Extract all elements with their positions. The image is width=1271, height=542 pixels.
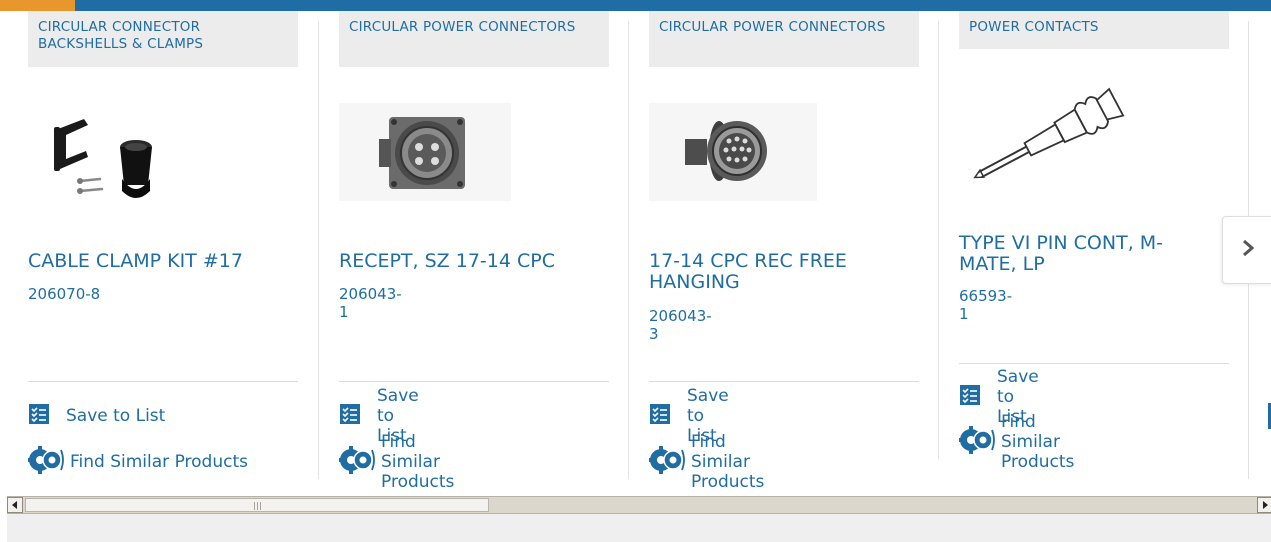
top-accent-bar (0, 0, 1271, 11)
product-category[interactable]: CIRCULAR POWER CONNECTORS (339, 11, 609, 67)
product-card: POWER CONTACTS TYPE VI PIN CONT, M-MATE,… (938, 11, 1238, 489)
product-card: CIRCULAR POWER CONNECTORS 17-14 CPC REC … (628, 11, 928, 489)
checklist-icon (649, 403, 671, 430)
top-accent-orange (0, 0, 75, 11)
find-similar-products-button[interactable]: Find Similar Products (959, 412, 1074, 472)
scrollbar-grip (254, 502, 261, 510)
checklist-icon (959, 384, 981, 411)
product-category[interactable]: CIRCULAR POWER CONNECTORS (649, 11, 919, 67)
save-to-list-button[interactable]: Save to List (339, 386, 419, 446)
find-similar-products-button[interactable]: Find Similar Products (339, 432, 454, 489)
chevron-right-icon (1241, 239, 1255, 261)
product-category[interactable]: POWER CONTACTS (959, 11, 1229, 49)
checklist-icon (28, 403, 50, 430)
product-category[interactable]: CIRCULAR CONNECTOR BACKSHELLS & CLAMPS (28, 11, 298, 67)
find-similar-products-button[interactable]: Find Similar Products (649, 432, 764, 489)
gear-search-icon (339, 445, 377, 479)
receptacle-connector-image[interactable] (339, 103, 511, 201)
gear-search-icon (28, 445, 66, 479)
scroll-right-arrow-icon[interactable] (1257, 497, 1271, 513)
card-divider (339, 381, 609, 382)
cable-clamp-kit-image[interactable] (36, 99, 236, 219)
product-title[interactable]: TYPE VI PIN CONT, M-MATE, LP (959, 233, 1199, 275)
pin-contact-image[interactable] (959, 85, 1129, 185)
save-to-list-button[interactable]: Save to List (649, 386, 729, 446)
save-to-list-label: Save to List (66, 406, 166, 426)
card-divider (28, 381, 298, 382)
bottom-panel (7, 514, 1271, 542)
scrollbar-thumb[interactable] (25, 498, 489, 512)
save-to-list-button[interactable]: Save to List (28, 403, 165, 429)
gear-search-icon (649, 445, 687, 479)
find-similar-label: Find Similar Products (70, 452, 248, 472)
carousel-next-button[interactable] (1222, 216, 1271, 284)
product-title[interactable]: CABLE CLAMP KIT #17 (28, 251, 288, 272)
find-similar-products-button[interactable]: Find Similar Products (28, 445, 248, 475)
part-number[interactable]: 206070-8 (28, 285, 100, 303)
scroll-left-arrow-icon[interactable] (7, 497, 23, 513)
product-title[interactable]: RECEPT, SZ 17-14 CPC (339, 251, 599, 272)
product-carousel: CIRCULAR CONNECTOR BACKSHELLS & CLAMPS C… (0, 11, 1271, 489)
free-hanging-connector-image[interactable] (649, 103, 817, 201)
part-number[interactable]: 206043-3 (649, 307, 712, 343)
product-title[interactable]: 17-14 CPC REC FREE HANGING (649, 251, 889, 293)
card-separator (628, 21, 629, 479)
card-divider (959, 363, 1229, 364)
part-number[interactable]: 206043-1 (339, 285, 402, 321)
find-similar-label: Find Similar Products (691, 432, 765, 489)
horizontal-scrollbar[interactable] (7, 496, 1271, 514)
product-card: CIRCULAR POWER CONNECTORS RECEPT, SZ 17-… (318, 11, 618, 489)
find-similar-label: Find Similar Products (1001, 412, 1075, 472)
checklist-icon (339, 403, 361, 430)
save-to-list-button[interactable]: Save to List (959, 367, 1039, 427)
card-separator (938, 21, 939, 459)
gear-search-icon (959, 425, 997, 459)
find-similar-label: Find Similar Products (381, 432, 455, 489)
card-separator (318, 21, 319, 479)
part-number[interactable]: 66593-1 (959, 287, 1012, 323)
product-card: CIRCULAR CONNECTOR BACKSHELLS & CLAMPS C… (28, 11, 308, 489)
card-divider (649, 381, 919, 382)
